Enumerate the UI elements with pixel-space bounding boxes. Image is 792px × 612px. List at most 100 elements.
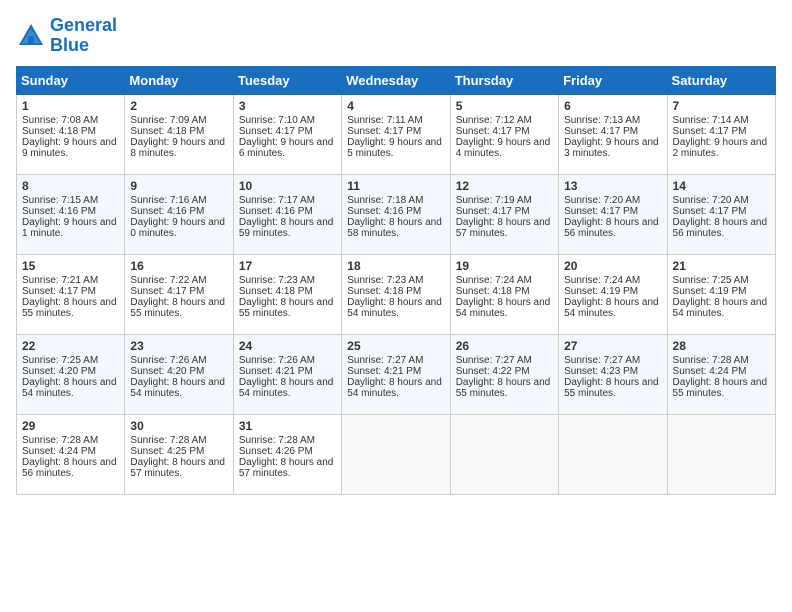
calendar-cell: 12Sunrise: 7:19 AMSunset: 4:17 PMDayligh… [450,174,558,254]
sunrise-text: Sunrise: 7:27 AM [564,355,661,366]
day-number: 4 [347,99,444,113]
day-number: 21 [673,259,770,273]
calendar-cell: 18Sunrise: 7:23 AMSunset: 4:18 PMDayligh… [342,254,450,334]
sunrise-text: Sunrise: 7:24 AM [564,275,661,286]
sunrise-text: Sunrise: 7:28 AM [239,435,336,446]
daylight-text: Daylight: 8 hours and 55 minutes. [456,377,553,399]
logo-text: General Blue [50,16,117,56]
daylight-text: Daylight: 9 hours and 0 minutes. [130,217,227,239]
calendar-cell: 23 Sunrise: 7:26 AMSunset: 4:20 PMDayligh… [125,334,233,414]
calendar-cell: 21Sunrise: 7:25 AMSunset: 4:19 PMDayligh… [667,254,775,334]
day-number: 10 [239,179,336,193]
calendar-cell: 27Sunrise: 7:27 AMSunset: 4:23 PMDayligh… [559,334,667,414]
calendar-cell: 25Sunrise: 7:27 AMSunset: 4:21 PMDayligh… [342,334,450,414]
calendar-body: 1Sunrise: 7:08 AMSunset: 4:18 PMDaylight… [17,94,776,494]
daylight-text: Daylight: 8 hours and 57 minutes. [130,457,227,479]
daylight-text: Daylight: 9 hours and 1 minute. [22,217,119,239]
sunrise-text: Sunrise: 7:27 AM [456,355,553,366]
calendar-cell: 1Sunrise: 7:08 AMSunset: 4:18 PMDaylight… [17,94,125,174]
day-number: 16 [130,259,227,273]
sunset-text: Sunset: 4:17 PM [130,286,227,297]
calendar-cell: 15Sunrise: 7:21 AMSunset: 4:17 PMDayligh… [17,254,125,334]
day-number: 25 [347,339,444,353]
daylight-text: Daylight: 9 hours and 3 minutes. [564,137,661,159]
sunrise-text: Sunrise: 7:16 AM [130,195,227,206]
sunset-text: Sunset: 4:20 PM [130,366,227,377]
sunset-text: Sunset: 4:16 PM [347,206,444,217]
daylight-text: Daylight: 8 hours and 54 minutes. [456,297,553,319]
day-number: 12 [456,179,553,193]
calendar-cell: 22Sunrise: 7:25 AMSunset: 4:20 PMDayligh… [17,334,125,414]
daylight-text: Daylight: 8 hours and 54 minutes. [130,377,227,399]
sunset-text: Sunset: 4:26 PM [239,446,336,457]
sunrise-text: Sunrise: 7:28 AM [22,435,119,446]
calendar-cell: 2Sunrise: 7:09 AMSunset: 4:18 PMDaylight… [125,94,233,174]
calendar-cell: 13Sunrise: 7:20 AMSunset: 4:17 PMDayligh… [559,174,667,254]
daylight-text: Daylight: 8 hours and 57 minutes. [239,457,336,479]
sunrise-text: Sunrise: 7:20 AM [564,195,661,206]
logo-icon [16,21,46,51]
sunset-text: Sunset: 4:18 PM [239,286,336,297]
sunrise-text: Sunrise: 7:08 AM [22,115,119,126]
calendar-cell: 19Sunrise: 7:24 AMSunset: 4:18 PMDayligh… [450,254,558,334]
day-number: 27 [564,339,661,353]
daylight-text: Daylight: 8 hours and 58 minutes. [347,217,444,239]
calendar-cell [559,414,667,494]
daylight-text: Daylight: 8 hours and 54 minutes. [22,377,119,399]
daylight-text: Daylight: 8 hours and 54 minutes. [564,297,661,319]
day-number: 2 [130,99,227,113]
sunrise-text: Sunrise: 7:27 AM [347,355,444,366]
sunset-text: Sunset: 4:24 PM [22,446,119,457]
logo: General Blue [16,16,117,56]
col-header-thursday: Thursday [450,66,558,94]
day-number: 22 [22,339,119,353]
week-row-4: 22Sunrise: 7:25 AMSunset: 4:20 PMDayligh… [17,334,776,414]
sunset-text: Sunset: 4:25 PM [130,446,227,457]
daylight-text: Daylight: 9 hours and 5 minutes. [347,137,444,159]
sunset-text: Sunset: 4:17 PM [456,126,553,137]
daylight-text: Daylight: 9 hours and 4 minutes. [456,137,553,159]
sunrise-text: Sunrise: 7:23 AM [239,275,336,286]
sunset-text: Sunset: 4:17 PM [456,206,553,217]
sunrise-text: Sunrise: 7:22 AM [130,275,227,286]
sunrise-text: Sunrise: 7:11 AM [347,115,444,126]
day-number: 15 [22,259,119,273]
day-number: 3 [239,99,336,113]
week-row-2: 8Sunrise: 7:15 AMSunset: 4:16 PMDaylight… [17,174,776,254]
day-number: 26 [456,339,553,353]
sunrise-text: Sunrise: 7:21 AM [22,275,119,286]
day-number: 23 [130,339,227,353]
calendar-cell [342,414,450,494]
calendar-cell: 28Sunrise: 7:28 AMSunset: 4:24 PMDayligh… [667,334,775,414]
day-number: 8 [22,179,119,193]
week-row-5: 29Sunrise: 7:28 AMSunset: 4:24 PMDayligh… [17,414,776,494]
calendar-cell: 24Sunrise: 7:26 AMSunset: 4:21 PMDayligh… [233,334,341,414]
daylight-text: Daylight: 8 hours and 54 minutes. [239,377,336,399]
page: General Blue SundayMondayTuesdayWednesda… [0,0,792,612]
sunset-text: Sunset: 4:21 PM [347,366,444,377]
daylight-text: Daylight: 8 hours and 56 minutes. [564,217,661,239]
daylight-text: Daylight: 8 hours and 56 minutes. [673,217,770,239]
daylight-text: Daylight: 8 hours and 55 minutes. [564,377,661,399]
day-number: 24 [239,339,336,353]
day-number: 17 [239,259,336,273]
sunrise-text: Sunrise: 7:25 AM [673,275,770,286]
sunrise-text: Sunrise: 7:26 AM [130,355,227,366]
day-number: 28 [673,339,770,353]
col-header-friday: Friday [559,66,667,94]
sunset-text: Sunset: 4:17 PM [564,126,661,137]
calendar-header-row: SundayMondayTuesdayWednesdayThursdayFrid… [17,66,776,94]
sunset-text: Sunset: 4:21 PM [239,366,336,377]
col-header-saturday: Saturday [667,66,775,94]
sunset-text: Sunset: 4:17 PM [564,206,661,217]
sunrise-text: Sunrise: 7:12 AM [456,115,553,126]
sunset-text: Sunset: 4:19 PM [564,286,661,297]
sunrise-text: Sunrise: 7:17 AM [239,195,336,206]
sunset-text: Sunset: 4:16 PM [22,206,119,217]
sunrise-text: Sunrise: 7:15 AM [22,195,119,206]
day-number: 11 [347,179,444,193]
sunset-text: Sunset: 4:16 PM [130,206,227,217]
col-header-tuesday: Tuesday [233,66,341,94]
header: General Blue [16,16,776,56]
calendar-cell: 8 Sunrise: 7:15 AMSunset: 4:16 PMDaylight… [17,174,125,254]
